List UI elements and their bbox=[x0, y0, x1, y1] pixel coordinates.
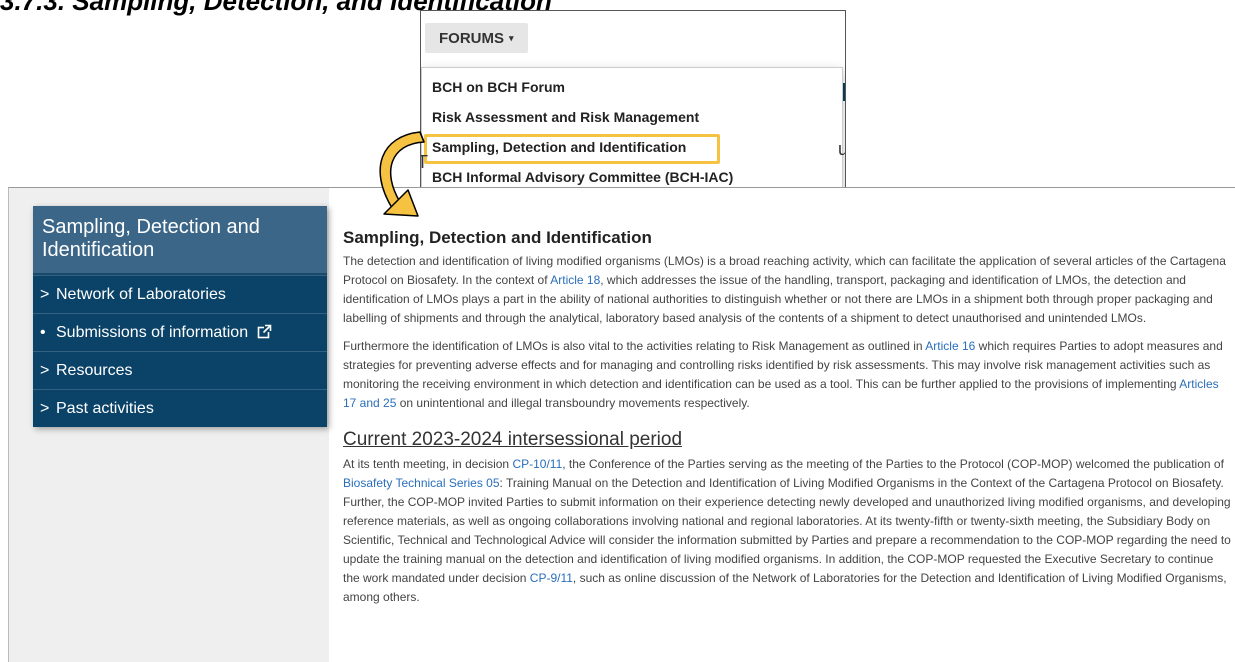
text: Furthermore the identification of LMOs i… bbox=[343, 339, 926, 353]
paragraph-risk-management: Furthermore the identification of LMOs i… bbox=[343, 337, 1233, 413]
text: At its tenth meeting, in decision bbox=[343, 457, 513, 471]
sidebar-item-label: Past activities bbox=[56, 400, 154, 417]
link-article-16[interactable]: Article 16 bbox=[925, 339, 975, 353]
chevron-right-icon: > bbox=[40, 400, 50, 417]
cut-off-text-right: u bbox=[838, 139, 845, 160]
forums-button-label: FORUMS bbox=[439, 29, 504, 47]
sidebar-item-past-activities[interactable]: > Past activities bbox=[33, 389, 327, 427]
menu-item-risk-assessment[interactable]: Risk Assessment and Risk Management bbox=[422, 102, 842, 132]
text: : Training Manual on the Detection and I… bbox=[343, 476, 1231, 585]
external-link-icon bbox=[257, 316, 272, 353]
forums-menu-button[interactable]: FORUMS ▾ bbox=[425, 23, 528, 53]
sidebar-item-label: Network of Laboratories bbox=[56, 286, 226, 303]
link-cp-10-11[interactable]: CP-10/11 bbox=[512, 457, 562, 471]
paragraph-intro: The detection and identification of livi… bbox=[343, 252, 1233, 328]
forums-dropdown-inset: FORUMS ▾ BCH on BCH Forum Risk Assessmen… bbox=[420, 10, 846, 202]
text: , the Conference of the Parties serving … bbox=[562, 457, 1224, 471]
sidebar-item-submissions-of-information[interactable]: • Submissions of information bbox=[33, 313, 327, 351]
forums-dropdown-menu: BCH on BCH Forum Risk Assessment and Ris… bbox=[421, 67, 843, 197]
sidebar: Sampling, Detection and Identification >… bbox=[33, 206, 327, 427]
main-content: Sampling, Detection and Identification T… bbox=[343, 228, 1233, 616]
sidebar-item-label: Submissions of information bbox=[56, 324, 249, 341]
link-article-18[interactable]: Article 18 bbox=[550, 273, 600, 287]
sidebar-title: Sampling, Detection and Identification bbox=[33, 206, 327, 275]
paragraph-current-period: At its tenth meeting, in decision CP-10/… bbox=[343, 455, 1233, 607]
subsection-title: Current 2023-2024 intersessional period bbox=[343, 429, 683, 450]
sidebar-item-resources[interactable]: > Resources bbox=[33, 351, 327, 389]
main-page: Sampling, Detection and Identification >… bbox=[8, 187, 1235, 662]
left-column: Sampling, Detection and Identification >… bbox=[9, 188, 329, 662]
bullet-icon: • bbox=[40, 324, 46, 341]
chevron-right-icon: > bbox=[40, 362, 50, 379]
chevron-right-icon: > bbox=[40, 286, 50, 303]
caret-down-icon: ▾ bbox=[509, 32, 514, 43]
menu-item-sampling-detection[interactable]: Sampling, Detection and Identification bbox=[422, 132, 842, 164]
link-biosafety-technical-series-05[interactable]: Biosafety Technical Series 05 bbox=[343, 476, 500, 490]
curved-arrow-icon bbox=[379, 131, 425, 217]
page-title: Sampling, Detection and Identification bbox=[343, 228, 652, 247]
text: on unintentional and illegal transboundr… bbox=[396, 396, 750, 410]
menu-item-bch-forum[interactable]: BCH on BCH Forum bbox=[422, 72, 842, 102]
sidebar-item-label: Resources bbox=[56, 362, 133, 379]
sidebar-item-network-of-laboratories[interactable]: > Network of Laboratories bbox=[33, 275, 327, 313]
link-cp-9-11[interactable]: CP-9/11 bbox=[530, 571, 573, 585]
